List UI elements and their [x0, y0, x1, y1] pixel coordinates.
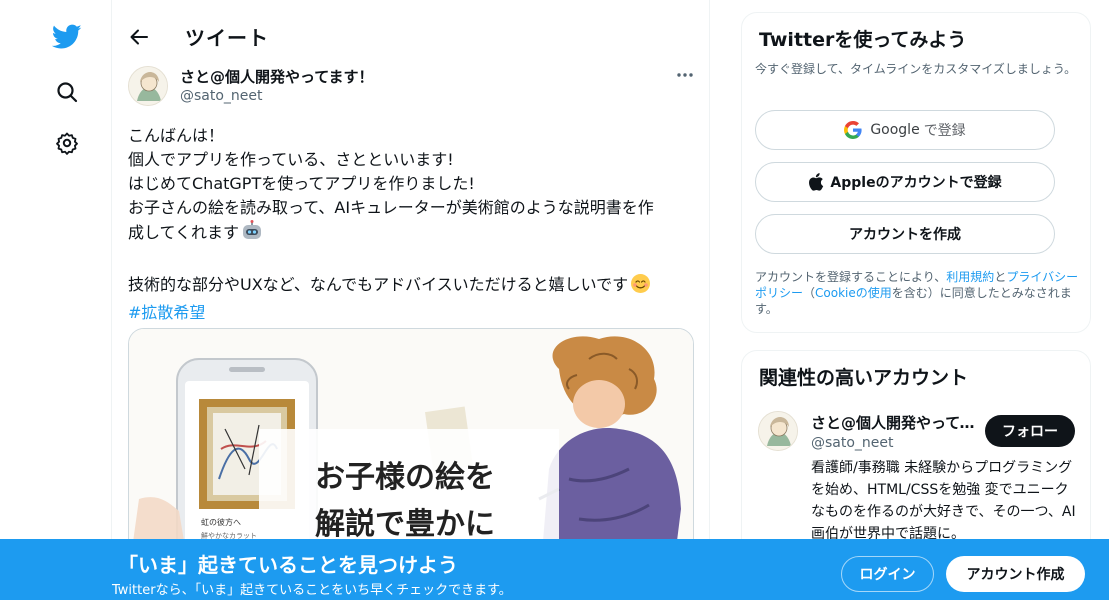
page-title: ツイート — [185, 26, 269, 50]
author-avatar[interactable] — [128, 66, 168, 106]
tweet-line: 成してくれます — [128, 223, 240, 242]
gear-icon[interactable] — [50, 126, 84, 160]
back-arrow-icon[interactable] — [124, 22, 154, 52]
google-signup-suffix: で登録 — [923, 123, 966, 139]
search-icon[interactable] — [50, 75, 84, 109]
author-name[interactable]: さと@個人開発やってます！ — [180, 66, 374, 87]
tweet-line: 個人でアプリを作っている、さとといいます! — [128, 150, 454, 169]
left-nav — [0, 0, 112, 600]
google-signup-button[interactable]: Google で登録 — [755, 110, 1055, 150]
tweet-line-with-emoji: 成してくれます — [128, 220, 698, 249]
signup-button[interactable]: アカウント作成 — [946, 556, 1085, 592]
tweet-text: こんばんは！ 個人でアプリを作っている、さとといいます! はじめてChatGPT… — [128, 124, 698, 325]
tweet-line: こんばんは！ — [128, 126, 225, 145]
login-button[interactable]: ログイン — [841, 556, 934, 592]
more-options-icon[interactable] — [672, 64, 698, 86]
author-handle[interactable]: @sato_neet — [180, 88, 263, 104]
create-account-label: アカウントを作成 — [849, 227, 961, 243]
related-account-handle[interactable]: @sato_neet — [811, 435, 894, 451]
apple-signup-button[interactable]: Appleのアカウントで登録 — [755, 162, 1055, 202]
legal-paren: （ — [803, 286, 816, 300]
media-headline-2: 解説で豊かに — [315, 507, 495, 542]
create-account-button[interactable]: アカウントを作成 — [755, 214, 1055, 254]
legal-prefix: アカウントを登録することにより、 — [755, 270, 947, 284]
bottom-bar-subtitle: Twitterなら、「いま」起きていることをいち早くチェックできます。 — [112, 583, 512, 598]
signup-title: Twitterを使ってみよう — [759, 29, 967, 51]
related-account-bio: 看護師/事務職 未経験からプログラミングを始め、HTML/CSSを勉強 変でユニ… — [811, 460, 1076, 542]
signup-subtitle: 今すぐ登録して、タイムラインをカスタマイズしましょう。 — [755, 62, 1077, 76]
apple-logo-icon — [808, 173, 824, 191]
google-logo-icon — [844, 121, 862, 139]
bottom-bar-title: 「いま」起きていることを見つけよう — [118, 553, 458, 577]
media-headline-1: お子様の絵を — [315, 460, 495, 495]
related-title: 関連性の高いアカウント — [759, 367, 969, 389]
smiling-face-emoji-icon — [630, 273, 651, 301]
related-account-name[interactable]: さと@個人開発やってます！ — [811, 412, 981, 433]
apple-signup-label: Appleのアカウントで登録 — [830, 175, 1002, 191]
tweet-line: お子さんの絵を読み取って、AIキュレーターが美術館のような説明書を作 — [128, 198, 654, 217]
follow-button[interactable]: フォロー — [985, 415, 1075, 447]
hashtag-link[interactable]: #拡散希望 — [128, 301, 698, 325]
legal-and: と — [994, 270, 1007, 284]
tweet-line: はじめてChatGPTを使ってアプリを作りました! — [128, 174, 475, 193]
main-column: ツイート さと@個人開発やってます！ @sato_neet こんばんは！ 個人で… — [112, 0, 710, 600]
terms-link[interactable]: 利用規約 — [946, 270, 994, 284]
google-signup-label: Google — [870, 122, 920, 138]
tweet-header: ツイート — [112, 0, 710, 72]
cookie-use-link[interactable]: Cookieの使用 — [815, 286, 892, 300]
phone-caption-title: 虹の彼方へ — [201, 517, 241, 527]
bottom-signup-bar: 「いま」起きていることを見つけよう Twitterなら、「いま」起きていることを… — [0, 539, 1109, 600]
tweet-line-with-emoji: 技術的な部分やUXなど、なんでもアドバイスいただけると嬉しいです — [128, 273, 698, 301]
twitter-bird-icon[interactable] — [50, 20, 84, 54]
tweet-spacer — [128, 249, 698, 273]
robot-emoji-icon — [241, 220, 263, 249]
related-avatar[interactable] — [758, 411, 798, 451]
legal-notice: アカウントを登録することにより、利用規約とプライバシーポリシー（Cookieの使… — [755, 269, 1083, 317]
tweet-line: 技術的な部分やUXなど、なんでもアドバイスいただけると嬉しいです — [128, 275, 629, 294]
signup-panel: Twitterを使ってみよう 今すぐ登録して、タイムラインをカスタマイズしましょ… — [741, 12, 1091, 333]
